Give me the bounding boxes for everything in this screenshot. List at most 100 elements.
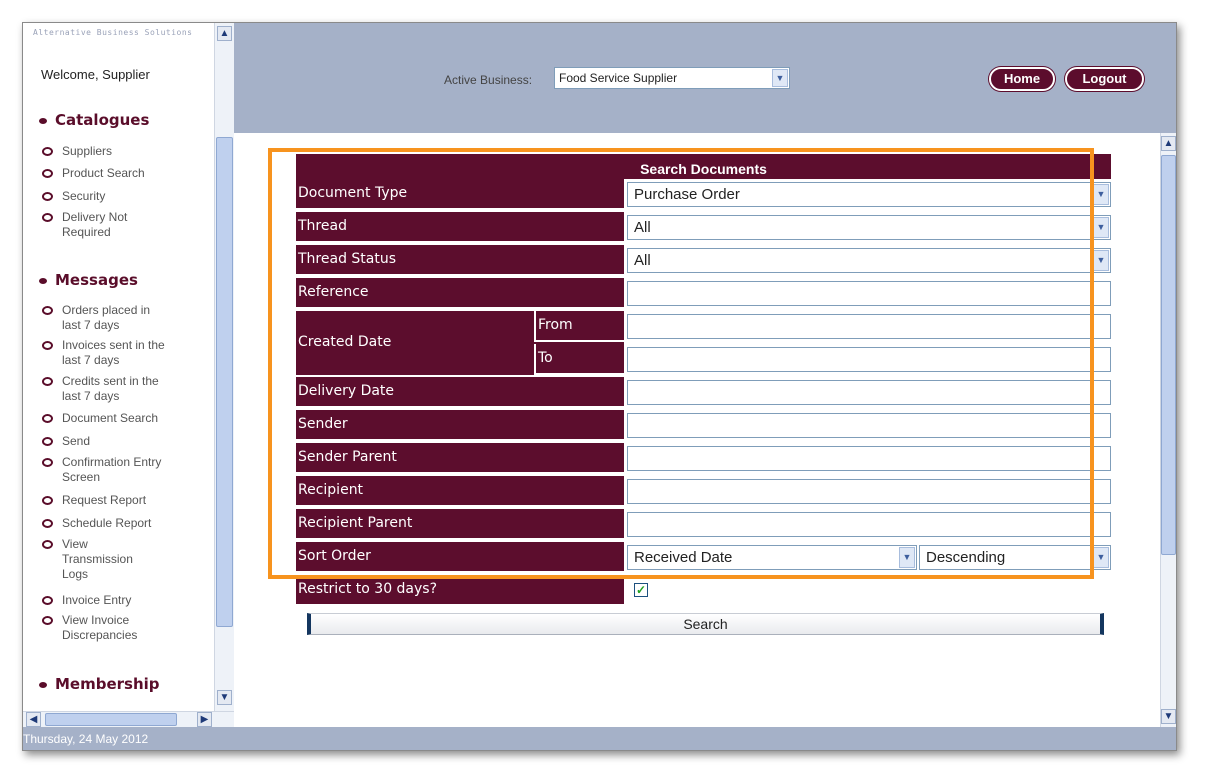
status-bar: Thursday, 24 May 2012 <box>23 727 1176 750</box>
scroll-up-icon[interactable]: ▲ <box>1161 136 1176 151</box>
created-from-input[interactable] <box>627 314 1111 339</box>
row-sender-parent: Sender Parent <box>296 443 1111 474</box>
from-label: From <box>534 311 624 342</box>
recipient-parent-label: Recipient Parent <box>296 509 624 540</box>
delivery-date-label: Delivery Date <box>296 377 624 408</box>
scroll-down-icon[interactable]: ▼ <box>1161 709 1176 724</box>
ring-bullet-icon <box>42 306 53 315</box>
sort-field-value: Received Date <box>634 549 733 566</box>
ring-bullet-icon <box>42 616 53 625</box>
chevron-down-icon[interactable]: ▼ <box>1093 217 1109 238</box>
recipient-parent-input[interactable] <box>627 512 1111 537</box>
nav-document-search[interactable]: Document Search <box>42 411 192 426</box>
sender-label: Sender <box>296 410 624 441</box>
created-to-input[interactable] <box>627 347 1111 372</box>
restrict-30-days-checkbox[interactable]: ✓ <box>634 583 648 597</box>
nav-orders-placed[interactable]: Orders placed in last 7 days <box>42 303 172 333</box>
ring-bullet-icon <box>42 147 53 156</box>
scroll-down-icon[interactable]: ▼ <box>217 690 232 705</box>
section-catalogues: Catalogues <box>39 111 149 129</box>
horizontal-scrollbar-thumb[interactable] <box>45 713 177 726</box>
logo: Alternative Business Solutions <box>33 28 193 37</box>
nav-request-report[interactable]: Request Report <box>42 493 192 508</box>
nav-product-search[interactable]: Product Search <box>42 166 192 181</box>
nav-view-transmission-logs[interactable]: View Transmission Logs <box>42 537 152 582</box>
thread-status-value: All <box>634 252 651 269</box>
search-button[interactable]: Search <box>307 613 1104 635</box>
sidebar-vertical-scrollbar[interactable]: ▲ ▼ <box>214 23 234 711</box>
bullet-icon <box>39 681 47 688</box>
row-delivery-date: Delivery Date <box>296 377 1111 408</box>
nav-view-invoice-discrepancies[interactable]: View Invoice Discrepancies <box>42 613 167 643</box>
ring-bullet-icon <box>42 414 53 423</box>
ring-bullet-icon <box>42 458 53 467</box>
recipient-input[interactable] <box>627 479 1111 504</box>
ring-bullet-icon <box>42 496 53 505</box>
scrollbar-thumb[interactable] <box>1161 155 1176 555</box>
row-recipient-parent: Recipient Parent <box>296 509 1111 540</box>
nav-send[interactable]: Send <box>42 434 192 449</box>
reference-input[interactable] <box>627 281 1111 306</box>
sort-direction-value: Descending <box>926 549 1006 566</box>
logout-button[interactable]: Logout <box>1065 67 1144 91</box>
nav-security[interactable]: Security <box>42 189 192 204</box>
thread-status-label: Thread Status <box>296 245 624 276</box>
active-business-label: Active Business: <box>444 73 533 87</box>
nav-suppliers[interactable]: Suppliers <box>42 144 192 159</box>
document-type-select[interactable]: Purchase Order ▼ <box>627 182 1111 207</box>
thread-select[interactable]: All ▼ <box>627 215 1111 240</box>
ring-bullet-icon <box>42 213 53 222</box>
to-label: To <box>534 344 624 375</box>
sort-direction-select[interactable]: Descending ▼ <box>919 545 1111 570</box>
row-sender: Sender <box>296 410 1111 441</box>
form-title: Search Documents <box>296 154 1111 179</box>
row-thread: Thread All ▼ <box>296 212 1111 243</box>
thread-label: Thread <box>296 212 624 243</box>
delivery-date-input[interactable] <box>627 380 1111 405</box>
bullet-icon <box>39 277 47 284</box>
nav-confirmation-entry[interactable]: Confirmation Entry Screen <box>42 455 182 485</box>
chevron-down-icon[interactable]: ▼ <box>1093 250 1109 271</box>
scroll-right-icon[interactable]: ▶ <box>197 712 212 727</box>
nav-credits-sent[interactable]: Credits sent in the last 7 days <box>42 374 177 404</box>
reference-label: Reference <box>296 278 624 309</box>
row-reference: Reference <box>296 278 1111 309</box>
nav-delivery-not-required[interactable]: Delivery Not Required <box>42 210 162 240</box>
scrollbar-thumb[interactable] <box>216 137 233 627</box>
ring-bullet-icon <box>42 192 53 201</box>
chevron-down-icon[interactable]: ▼ <box>1093 547 1109 568</box>
browser-window: Alternative Business Solutions Welcome, … <box>22 22 1177 751</box>
main-vertical-scrollbar[interactable]: ▲ ▼ <box>1160 133 1176 727</box>
row-created-date: Created Date From To <box>296 311 1111 377</box>
document-type-value: Purchase Order <box>634 186 740 203</box>
section-membership: Membership <box>39 675 160 693</box>
restrict-label: Restrict to 30 days? <box>296 575 624 606</box>
checkmark-icon: ✓ <box>635 583 647 597</box>
chevron-down-icon[interactable]: ▼ <box>772 69 788 87</box>
scroll-left-icon[interactable]: ◀ <box>26 712 41 727</box>
sort-field-select[interactable]: Received Date ▼ <box>627 545 917 570</box>
scroll-up-icon[interactable]: ▲ <box>217 26 232 41</box>
chevron-down-icon[interactable]: ▼ <box>899 547 915 568</box>
nav-schedule-report[interactable]: Schedule Report <box>42 516 192 531</box>
nav-invoice-entry[interactable]: Invoice Entry <box>42 593 192 608</box>
header: Active Business: Food Service Supplier ▼… <box>234 23 1176 133</box>
ring-bullet-icon <box>42 540 53 549</box>
ring-bullet-icon <box>42 377 53 386</box>
recipient-label: Recipient <box>296 476 624 507</box>
ring-bullet-icon <box>42 341 53 350</box>
row-restrict: Restrict to 30 days? ✓ <box>296 575 1111 606</box>
sidebar-horizontal-scrollbar[interactable]: ◀ ▶ <box>23 711 234 728</box>
sender-input[interactable] <box>627 413 1111 438</box>
thread-status-select[interactable]: All ▼ <box>627 248 1111 273</box>
row-document-type: Document Type Purchase Order ▼ <box>296 179 1111 210</box>
row-recipient: Recipient <box>296 476 1111 507</box>
home-button[interactable]: Home <box>989 67 1055 91</box>
active-business-value: Food Service Supplier <box>559 71 678 85</box>
ring-bullet-icon <box>42 437 53 446</box>
nav-invoices-sent[interactable]: Invoices sent in the last 7 days <box>42 338 167 368</box>
welcome-text: Welcome, Supplier <box>41 67 150 82</box>
active-business-select[interactable]: Food Service Supplier ▼ <box>554 67 790 89</box>
sender-parent-input[interactable] <box>627 446 1111 471</box>
chevron-down-icon[interactable]: ▼ <box>1093 184 1109 205</box>
